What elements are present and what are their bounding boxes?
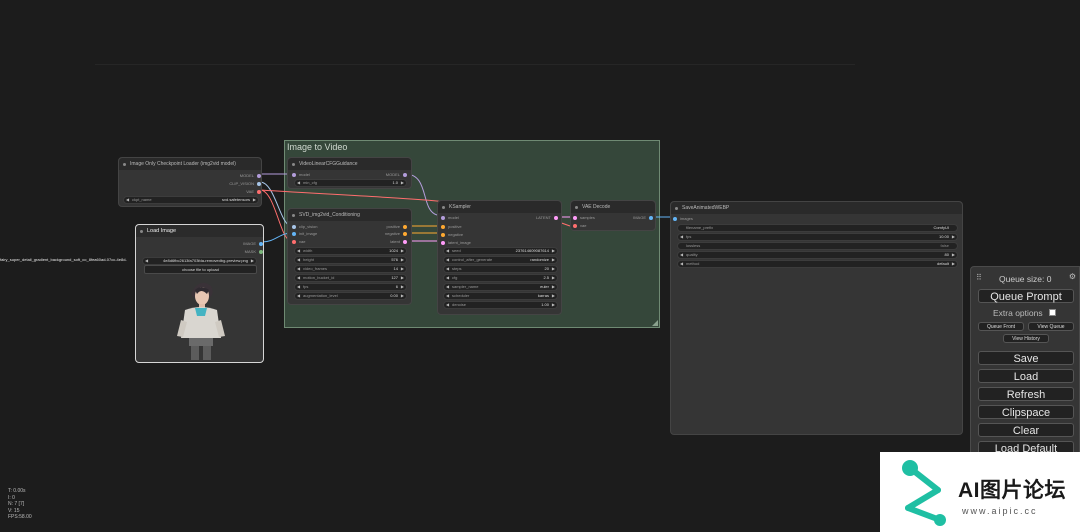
- output-image[interactable]: IMAGE: [243, 240, 263, 247]
- widget-cfg[interactable]: ◀ cfg 2.5 ▶: [443, 274, 558, 282]
- queue-front-button[interactable]: Queue Front: [978, 322, 1024, 331]
- output-negative[interactable]: negative: [385, 230, 407, 237]
- render-stats: T: 0.00s I: 0 N: 7 [7] V: 15 FPS:58.00: [8, 488, 32, 521]
- output-latent[interactable]: LATENT: [536, 214, 558, 221]
- node-title: VideoLinearCFGGuidance: [299, 161, 358, 167]
- widget-video-frames[interactable]: ◀ video_frames 14 ▶: [294, 265, 407, 273]
- queue-prompt-button[interactable]: Queue Prompt: [978, 289, 1074, 303]
- node-title: KSampler: [449, 204, 471, 210]
- input-model[interactable]: model: [292, 171, 310, 178]
- widget-fps[interactable]: ◀ fps 6 ▶: [294, 283, 407, 291]
- output-clip-vision[interactable]: CLIP_VISION: [229, 180, 261, 187]
- menu-panel: ⠿ Queue size: 0 ⚙ Queue Prompt Extra opt…: [970, 266, 1080, 466]
- widget-quality[interactable]: ◀ quality 80 ▶: [677, 251, 958, 259]
- node-video-linear-cfg-guidance[interactable]: VideoLinearCFGGuidance model MODEL ◀ min_…: [287, 157, 412, 189]
- output-vae[interactable]: VAE: [246, 188, 261, 195]
- drag-handle-icon[interactable]: ⠿: [976, 273, 982, 282]
- node-title: Load Image: [147, 228, 177, 234]
- widget-sampler-name[interactable]: ◀ sampler_name euler ▶: [443, 283, 558, 291]
- output-model[interactable]: MODEL: [386, 171, 407, 178]
- node-title: SaveAnimatedWEBP: [682, 205, 730, 211]
- save-button[interactable]: Save: [978, 351, 1074, 365]
- input-positive[interactable]: positive: [441, 223, 462, 230]
- widget-image-select[interactable]: ◀ 4e8d6fbc2613fa703fda-removedbg-preview.…: [142, 257, 257, 265]
- input-init-image[interactable]: init_image: [292, 230, 317, 237]
- watermark-logo-icon: [902, 460, 946, 526]
- node-collapse-dot[interactable]: [292, 162, 295, 166]
- widget-scheduler[interactable]: ◀ scheduler karras ▶: [443, 292, 558, 300]
- node-save-animated-webp[interactable]: SaveAnimatedWEBP images filename_prefix C…: [670, 201, 963, 435]
- node-title: VAE Decode: [582, 204, 611, 210]
- widget-ckpt-name[interactable]: ◀ ckpt_name svd.safetensors ▶: [123, 196, 259, 204]
- view-history-button[interactable]: View History: [1003, 334, 1049, 343]
- clear-button[interactable]: Clear: [978, 423, 1074, 437]
- node-collapse-dot[interactable]: [675, 206, 678, 210]
- node-vae-decode[interactable]: VAE Decode samples vae IMAGE: [570, 200, 656, 231]
- node-collapse-dot[interactable]: [442, 205, 445, 209]
- group-resize-handle[interactable]: [652, 320, 658, 326]
- widget-height[interactable]: ◀ height 576 ▶: [294, 256, 407, 264]
- extra-options-label: Extra options: [993, 308, 1043, 318]
- node-collapse-dot[interactable]: [292, 213, 295, 217]
- widget-motion-bucket-id[interactable]: ◀ motion_bucket_id 127 ▶: [294, 274, 407, 282]
- queue-size: Queue size: 0: [999, 274, 1052, 284]
- node-collapse-dot[interactable]: [140, 229, 143, 233]
- load-button[interactable]: Load: [978, 369, 1074, 383]
- input-vae[interactable]: vae: [573, 222, 586, 229]
- view-queue-button[interactable]: View Queue: [1028, 322, 1074, 331]
- node-title: Image Only Checkpoint Loader (img2vid mo…: [130, 161, 236, 167]
- widget-steps[interactable]: ◀ steps 20 ▶: [443, 265, 558, 273]
- image-filename-overlay: fairy_super_detail_gradient_background_s…: [0, 257, 127, 262]
- input-latent-image[interactable]: latent_image: [441, 239, 471, 246]
- input-samples[interactable]: samples: [573, 214, 595, 221]
- clipspace-button[interactable]: Clipspace: [978, 405, 1074, 419]
- group-title: Image to Video: [287, 142, 348, 152]
- upload-button[interactable]: choose file to upload: [144, 265, 257, 274]
- node-checkpoint-loader[interactable]: Image Only Checkpoint Loader (img2vid mo…: [118, 157, 262, 207]
- canvas-divider: [95, 64, 855, 65]
- node-collapse-dot[interactable]: [575, 205, 578, 209]
- image-preview: [177, 282, 225, 360]
- watermark-text: AI图片论坛: [958, 479, 1066, 502]
- input-vae[interactable]: vae: [292, 238, 305, 245]
- watermark-url: www.aipic.cc: [962, 506, 1038, 516]
- widget-control-after-generate[interactable]: ◀ control_after_generate randomize ▶: [443, 256, 558, 264]
- node-ksampler[interactable]: KSampler model positive negative latent_…: [437, 200, 562, 315]
- widget-lossless[interactable]: lossless false: [677, 242, 958, 250]
- widget-width[interactable]: ◀ width 1024 ▶: [294, 247, 407, 255]
- output-model[interactable]: MODEL: [240, 172, 261, 179]
- gear-icon[interactable]: ⚙: [1069, 272, 1076, 281]
- extra-options-checkbox[interactable]: [1049, 309, 1056, 316]
- widget-filename-prefix[interactable]: filename_prefix ComfyUI: [677, 224, 958, 232]
- widget-fps[interactable]: ◀ fps 10.00 ▶: [677, 233, 958, 241]
- refresh-button[interactable]: Refresh: [978, 387, 1074, 401]
- output-image[interactable]: IMAGE: [633, 214, 653, 221]
- widget-min-cfg[interactable]: ◀ min_cfg 1.0 ▶: [294, 179, 407, 187]
- widget-denoise[interactable]: ◀ denoise 1.00 ▶: [443, 301, 558, 309]
- node-collapse-dot[interactable]: [123, 162, 126, 166]
- input-model[interactable]: model: [441, 214, 459, 221]
- widget-augmentation-level[interactable]: ◀ augmentation_level 0.00 ▶: [294, 292, 407, 300]
- node-svd-img2vid-conditioning[interactable]: SVD_img2vid_Conditioning clip_vision ini…: [287, 208, 412, 305]
- node-title: SVD_img2vid_Conditioning: [299, 212, 360, 218]
- widget-method[interactable]: ◀ method default ▶: [677, 260, 958, 268]
- node-load-image[interactable]: Load Image IMAGE MASK ◀ 4e8d6fbc2613fa703…: [135, 224, 264, 363]
- output-latent[interactable]: latent: [390, 238, 407, 245]
- watermark: AI图片论坛 www.aipic.cc: [880, 452, 1080, 532]
- stat-fps: FPS:58.00: [8, 514, 32, 520]
- input-images[interactable]: images: [673, 215, 693, 222]
- input-clip-vision[interactable]: clip_vision: [292, 223, 317, 230]
- output-positive[interactable]: positive: [386, 223, 407, 230]
- output-mask[interactable]: MASK: [245, 248, 263, 255]
- input-negative[interactable]: negative: [441, 231, 463, 238]
- widget-seed[interactable]: ◀ seed 237614609087614 ▶: [443, 247, 558, 255]
